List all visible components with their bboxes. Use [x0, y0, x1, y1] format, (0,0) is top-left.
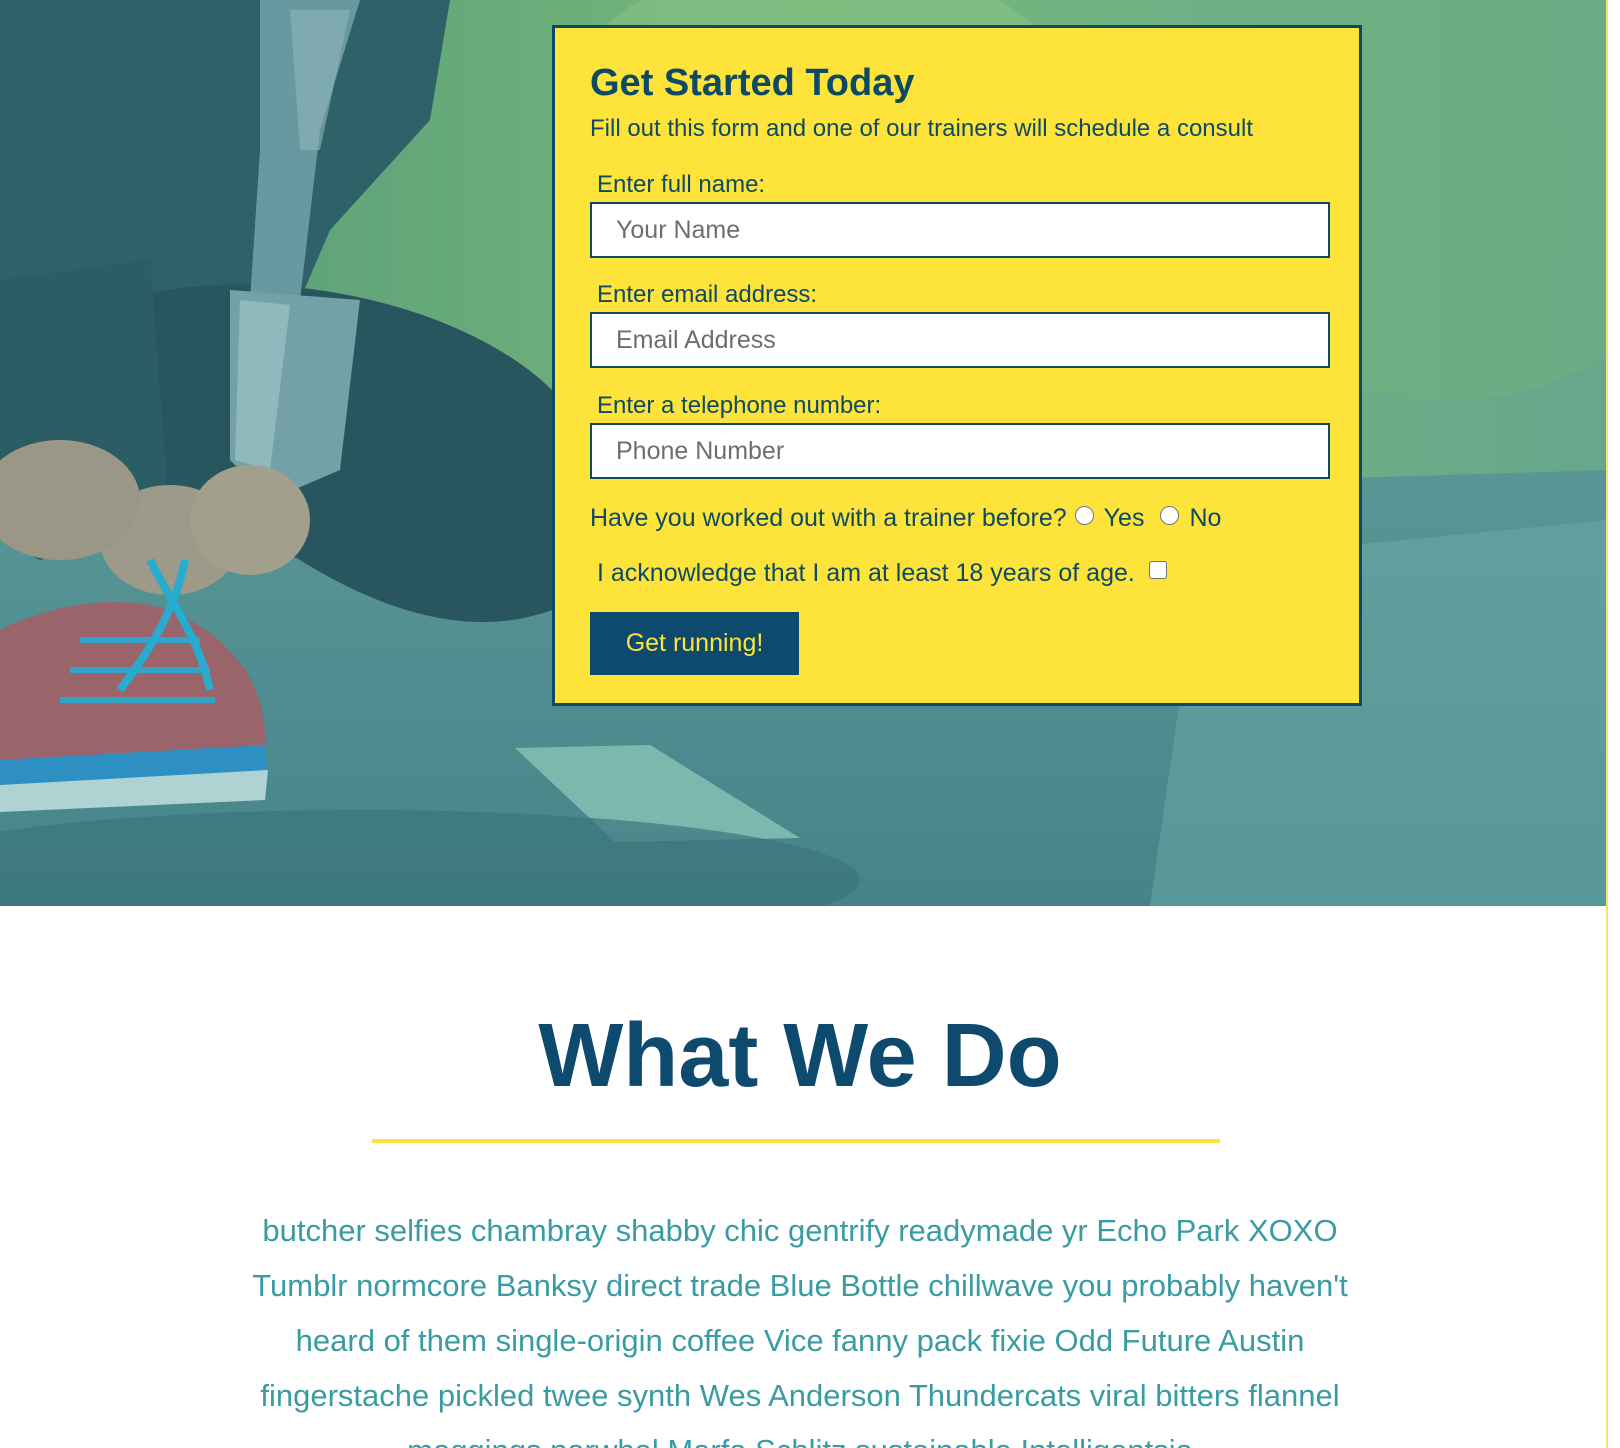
what-we-do-text: butcher selfies chambray shabby chic gen…	[252, 1213, 1348, 1448]
email-label: Enter email address:	[597, 281, 818, 308]
page: Get Started Today Fill out this form and…	[0, 0, 1620, 1448]
trainer-question-label: Have you worked out with a trainer befor…	[590, 503, 1067, 532]
signup-form-card: Get Started Today Fill out this form and…	[552, 25, 1362, 706]
form-title: Get Started Today	[590, 62, 915, 104]
phone-label: Enter a telephone number:	[597, 392, 882, 419]
full-name-input[interactable]	[590, 202, 1330, 258]
what-we-do-heading: What We Do	[538, 1006, 1062, 1106]
hero-banner: Get Started Today Fill out this form and…	[0, 0, 1607, 906]
trainer-no-label: No	[1189, 503, 1222, 532]
trainer-no-radio[interactable]	[1160, 505, 1180, 525]
age-ack-label: I acknowledge that I am at least 18 year…	[597, 558, 1135, 587]
page-edge-line	[1606, 0, 1608, 1448]
trainer-question-row: Have you worked out with a trainer befor…	[590, 501, 1229, 535]
phone-input[interactable]	[590, 423, 1330, 479]
email-input[interactable]	[590, 312, 1330, 368]
age-ack-row: I acknowledge that I am at least 18 year…	[597, 556, 1167, 590]
full-name-label: Enter full name:	[597, 171, 766, 198]
trainer-yes-label: Yes	[1103, 503, 1145, 532]
get-running-button[interactable]: Get running!	[590, 612, 799, 675]
age-ack-checkbox[interactable]	[1148, 561, 1167, 579]
form-subtitle: Fill out this form and one of our traine…	[590, 115, 1253, 142]
trainer-yes-radio[interactable]	[1074, 505, 1094, 525]
heading-underline	[372, 1139, 1220, 1143]
